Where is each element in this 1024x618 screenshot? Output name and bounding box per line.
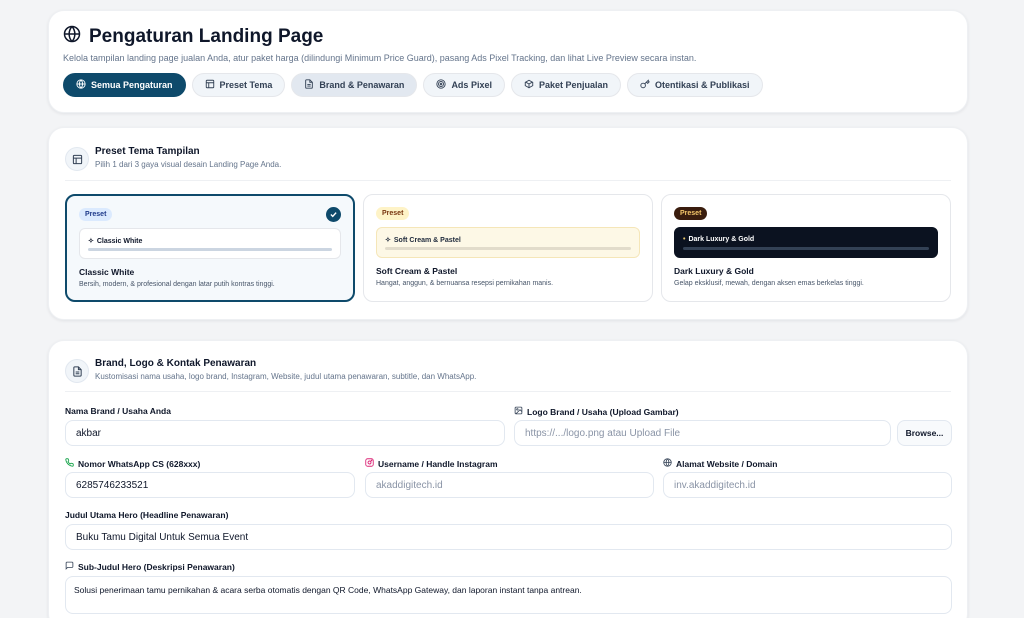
tab-brand-offer[interactable]: Brand & Penawaran — [291, 73, 418, 97]
tab-label: Paket Penjualan — [538, 80, 608, 90]
tab-all-settings[interactable]: Semua Pengaturan — [63, 73, 186, 97]
theme-description: Hangat, anggun, & bernuansa resepsi pern… — [376, 280, 554, 287]
preset-badge: Preset — [79, 208, 113, 221]
label-text: Alamat Website / Domain — [676, 458, 778, 469]
tab-label: Semua Pengaturan — [91, 80, 173, 90]
logo-label: Logo Brand / Usaha (Upload Gambar) — [514, 406, 679, 417]
instagram-icon — [365, 458, 374, 469]
layout-icon — [205, 79, 215, 91]
check-icon — [326, 207, 341, 222]
tab-sales-package[interactable]: Paket Penjualan — [510, 73, 621, 97]
theme-card-soft-cream[interactable]: Preset ✧ Soft Cream & Pastel Soft Cream … — [363, 194, 653, 302]
preview-label: Classic White — [96, 237, 143, 245]
instagram-input[interactable]: akaddigitech.id — [365, 472, 654, 498]
preset-badge: Preset — [674, 207, 708, 220]
page-description: Kelola tampilan landing page jualan Anda… — [63, 53, 697, 63]
theme-name: Dark Luxury & Gold — [674, 266, 754, 276]
page-title: Pengaturan Landing Page — [63, 25, 323, 49]
page-header-card: Pengaturan Landing Page Kelola tampilan … — [48, 10, 968, 113]
label-text: Nomor WhatsApp CS (628xxx) — [78, 458, 201, 469]
phone-icon — [65, 458, 74, 469]
sparkle-icon: • — [683, 236, 686, 243]
divider — [65, 180, 951, 181]
brand-name-input[interactable]: akbar — [65, 420, 505, 446]
preset-theme-section: Preset Tema Tampilan Pilih 1 dari 3 gaya… — [48, 127, 968, 320]
tab-preset-theme[interactable]: Preset Tema — [191, 73, 286, 97]
preset-badge: Preset — [376, 207, 410, 220]
brand-name-label: Nama Brand / Usaha Anda — [65, 406, 171, 416]
theme-card-dark-luxury[interactable]: Preset • Dark Luxury & Gold Dark Luxury … — [661, 194, 951, 302]
divider — [65, 391, 951, 392]
label-text: Nama Brand / Usaha Anda — [65, 406, 171, 416]
whatsapp-input[interactable]: 6285746233521 — [65, 472, 355, 498]
tab-label: Ads Pixel — [451, 80, 492, 90]
message-icon — [65, 561, 74, 572]
document-icon — [65, 359, 89, 383]
label-text: Judul Utama Hero (Headline Penawaran) — [65, 510, 229, 520]
target-icon — [436, 79, 447, 91]
tab-label: Otentikasi & Publikasi — [655, 80, 750, 90]
preview-label: Soft Cream & Pastel — [393, 236, 461, 244]
theme-preview: • Dark Luxury & Gold — [674, 227, 938, 258]
label-text: Sub-Judul Hero (Deskripsi Penawaran) — [78, 561, 235, 572]
theme-card-classic-white[interactable]: Preset ✧ Classic White Classic White Ber… — [65, 194, 355, 302]
subheadline-label: Sub-Judul Hero (Deskripsi Penawaran) — [65, 561, 235, 572]
globe-icon — [76, 79, 86, 91]
tab-label: Preset Tema — [219, 80, 273, 90]
label-text: Username / Handle Instagram — [378, 458, 498, 469]
tab-ads-pixel[interactable]: Ads Pixel — [423, 73, 505, 97]
theme-description: Bersih, modern, & profesional dengan lat… — [79, 281, 275, 288]
section-subtitle: Kustomisasi nama usaha, logo brand, Inst… — [95, 372, 477, 381]
theme-name: Classic White — [79, 267, 135, 277]
headline-label: Judul Utama Hero (Headline Penawaran) — [65, 510, 228, 520]
browse-button[interactable]: Browse... — [897, 420, 952, 446]
sparkle-icon: ✧ — [88, 238, 94, 245]
preview-bar — [88, 248, 332, 251]
section-title: Brand, Logo & Kontak Penawaran — [95, 358, 257, 369]
box-icon — [524, 79, 534, 91]
preview-bar — [683, 247, 929, 250]
preview-label: Dark Luxury & Gold — [688, 236, 755, 243]
whatsapp-label: Nomor WhatsApp CS (628xxx) — [65, 458, 200, 469]
key-icon — [640, 79, 650, 91]
instagram-label: Username / Handle Instagram — [365, 458, 498, 469]
theme-preview: ✧ Soft Cream & Pastel — [376, 227, 640, 258]
preview-bar — [385, 247, 631, 250]
section-title: Preset Tema Tampilan — [95, 146, 200, 157]
logo-url-input[interactable]: https://.../logo.png atau Upload File — [514, 420, 891, 446]
tab-auth-publish[interactable]: Otentikasi & Publikasi — [627, 73, 763, 97]
document-icon — [304, 79, 314, 91]
tab-label: Brand & Penawaran — [319, 80, 405, 90]
theme-preview: ✧ Classic White — [79, 228, 341, 259]
website-input[interactable]: inv.akaddigitech.id — [663, 472, 952, 498]
theme-description: Gelap eksklusif, mewah, dengan aksen ema… — [674, 280, 864, 287]
theme-name: Soft Cream & Pastel — [376, 266, 458, 276]
headline-input[interactable]: Buku Tamu Digital Untuk Semua Event — [65, 524, 952, 550]
globe-icon — [63, 25, 81, 49]
settings-tabs: Semua Pengaturan Preset Tema Brand & Pen… — [63, 73, 763, 97]
section-subtitle: Pilih 1 dari 3 gaya visual desain Landin… — [95, 160, 282, 169]
image-icon — [514, 406, 523, 417]
website-label: Alamat Website / Domain — [663, 458, 777, 469]
label-text: Logo Brand / Usaha (Upload Gambar) — [527, 406, 679, 417]
sparkle-icon: ✧ — [385, 237, 391, 244]
globe-icon — [663, 458, 672, 469]
brand-offer-section: Brand, Logo & Kontak Penawaran Kustomisa… — [48, 340, 968, 618]
subheadline-textarea[interactable]: Solusi penerimaan tamu pernikahan & acar… — [65, 576, 952, 614]
layout-icon — [65, 147, 89, 171]
page-title-text: Pengaturan Landing Page — [89, 26, 324, 47]
